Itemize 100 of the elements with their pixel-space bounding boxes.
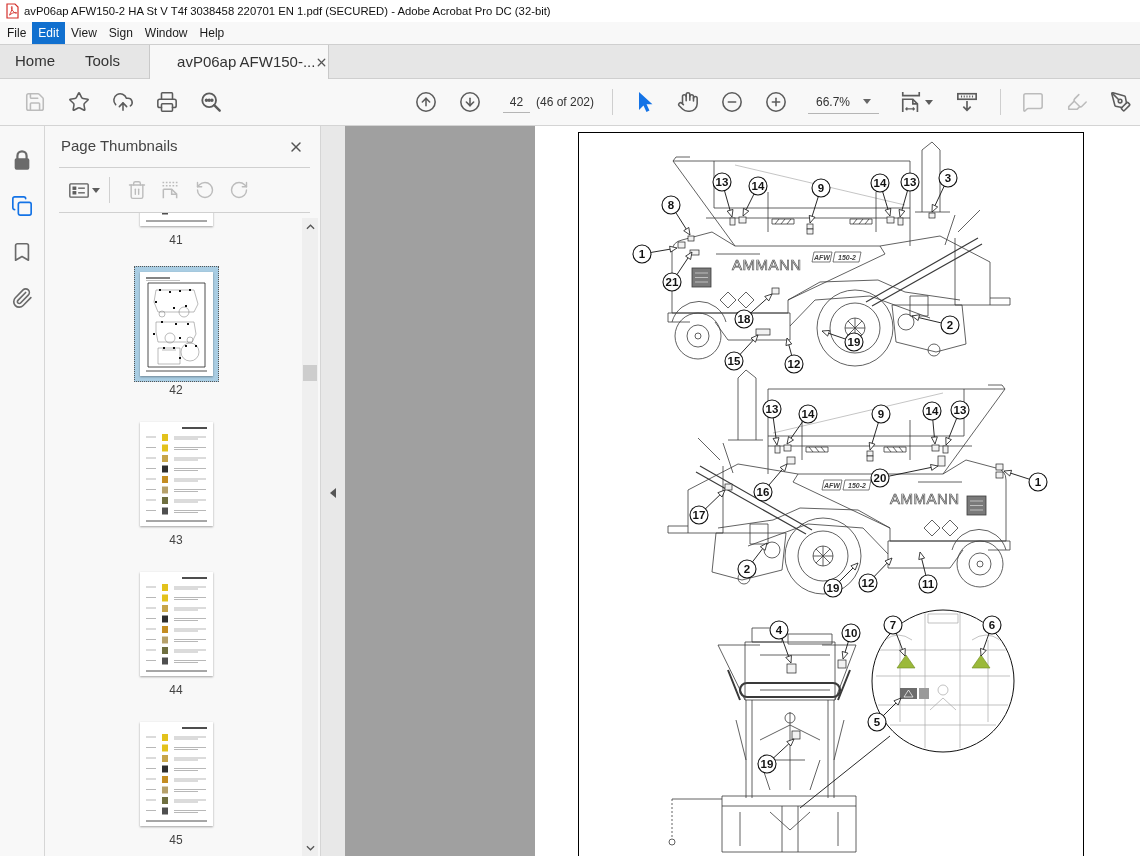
leader-arrow [873,557,893,577]
callout-number: 9 [871,404,891,424]
arrow-down-circle-icon [459,91,481,113]
leader-arrow [838,562,859,583]
page-thumbnail[interactable] [139,722,213,826]
warning-triangle-sticker [971,654,991,669]
pen-nib-icon [1110,91,1132,113]
menu-item[interactable]: View [65,22,103,44]
leader-arrow [772,417,780,446]
vent-grille [691,267,712,288]
nav-tab[interactable]: Tools [70,45,136,78]
page-extract-icon [160,180,180,200]
sticker-marker [729,217,736,226]
callout-number: 20 [870,468,890,488]
sticker-marker [837,659,847,669]
sticker-marker [774,445,781,454]
leader-arrow [821,330,846,340]
pages-icon [11,195,33,217]
warning-sticker [900,688,917,699]
callout-number: 14 [870,173,890,193]
callout-number: 21 [662,272,682,292]
callout-number: 4 [769,620,789,640]
leader-arrow [895,632,906,657]
callout-number: 7 [883,615,903,635]
page-number-label: 43 [169,533,183,547]
panel-title: Page Thumbnails [61,136,178,157]
leader-arrow [808,196,819,224]
rotate-right-icon [229,180,249,200]
zoom-field[interactable]: 66.7% [808,90,879,114]
leader-arrow [752,542,768,563]
leader-arrow [911,314,942,324]
callout-number: 3 [938,168,958,188]
callout-number: 6 [982,615,1002,635]
menu-item[interactable]: File [1,22,33,44]
cloud-upload-icon [112,91,134,113]
callout-number: 19 [823,578,843,598]
document-tab[interactable]: avP06ap AFW150-... [149,45,330,79]
page-number-label: 42 [169,383,183,397]
sticker-marker [937,455,946,467]
sticker-marker [931,444,940,452]
callout-number: 15 [724,351,744,371]
menu-item[interactable]: Help [193,22,231,44]
sticker-marker [886,216,895,224]
callout-number: 2 [737,559,757,579]
leader-arrow [768,463,788,486]
leader-arrow [918,551,927,576]
page-thumbnail[interactable] [139,422,213,526]
sticker-marker [755,328,771,336]
page-number-label: 44 [169,683,183,697]
window-title: avP06ap AFW150-2 HA St V T4f 3038458 220701 EN 1.pdf (SECURED) - Adobe Acrobat Pro DC (32-bit) [24,3,551,19]
search-icon [200,91,222,113]
warning-triangle-sticker [896,654,916,669]
menu-item[interactable]: Sign [102,22,139,44]
menu-item[interactable]: Window [138,22,194,44]
nav-tab[interactable]: Home [0,45,70,78]
trash-icon [127,180,147,200]
leader-arrow [882,697,902,717]
scrollbar-thumb[interactable] [303,365,317,381]
sticker-marker [919,688,929,699]
callout-number: 12 [784,354,804,374]
list-icon [68,182,89,198]
page-thumbnail[interactable] [133,266,219,382]
menu-item[interactable]: Edit [32,22,66,44]
leader-arrow [980,633,990,657]
brand-lettering: AMMANN [732,256,802,273]
callout-number: 14 [798,404,818,424]
arrow-up-circle-icon [415,91,437,113]
callout-number: 13 [900,172,920,192]
sticker-marker [783,444,792,452]
plus-circle-icon [765,91,787,113]
highlighter-icon [1066,91,1088,113]
comment-icon [1022,91,1044,113]
callout-number: 14 [922,401,942,421]
callout-number: 10 [841,623,861,643]
leader-arrow [841,641,849,660]
leader-arrow [705,489,726,510]
leader-arrow [750,293,773,314]
page-thumbnail[interactable] [139,572,213,676]
leader-arrow [773,738,795,759]
page-number-label: 41 [169,233,183,247]
leader-arrow [931,185,945,213]
sticker-marker [897,217,904,226]
paperclip-icon [11,287,33,309]
callout-number: 13 [712,172,732,192]
page-count-label: (46 of 202) [536,94,596,111]
caret-left-icon [330,488,336,498]
callout-number: 13 [950,400,970,420]
callout-number: 11 [918,574,938,594]
leader-arrow [785,337,793,356]
leader-arrow [724,190,734,218]
scroll-mode-icon [956,91,978,113]
callout-number: 2 [940,315,960,335]
sticker-marker [928,212,936,219]
sticker-marker [791,730,801,740]
leader-arrow [931,419,938,445]
page-number-field[interactable]: 42 [503,91,530,113]
scrollbar[interactable] [302,218,318,856]
leader-arrow [675,212,691,236]
save-icon [24,91,46,113]
leader-arrow [868,422,879,451]
